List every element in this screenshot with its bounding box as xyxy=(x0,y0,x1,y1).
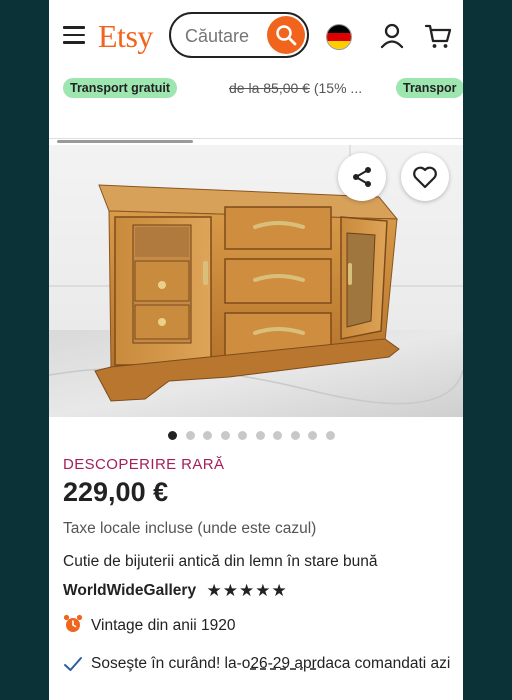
scroll-indicator xyxy=(57,140,193,143)
rare-find-label: DESCOPERIRE RARĂ xyxy=(63,456,225,473)
jewelry-box-photo xyxy=(49,145,463,417)
share-button[interactable] xyxy=(338,153,386,201)
carousel-dot[interactable] xyxy=(220,431,230,440)
share-icon xyxy=(353,167,371,187)
cart-icon xyxy=(424,24,452,48)
etsy-logo[interactable]: Etsy xyxy=(98,18,153,55)
carousel-dot[interactable] xyxy=(203,431,212,440)
rating-stars[interactable]: ★★★★★ xyxy=(207,581,288,601)
menu-button[interactable] xyxy=(63,26,85,44)
account-button[interactable] xyxy=(379,22,405,55)
listing-card[interactable]: Transpor xyxy=(396,78,463,98)
carousel-dot[interactable] xyxy=(273,431,282,440)
carousel-dot[interactable] xyxy=(325,431,335,440)
delivery-estimate: Soseşte în curând! la-o26-29 aprdaca com… xyxy=(91,655,451,672)
search-bar[interactable] xyxy=(169,12,309,58)
product-price: 229,00 € xyxy=(63,477,169,507)
carousel-dot[interactable] xyxy=(255,431,265,440)
shop-row: WorldWideGallery ★★★★★ xyxy=(63,581,288,603)
alarm-clock-icon xyxy=(63,614,83,632)
tax-note: Taxe locale incluse (unde este cazul) xyxy=(63,520,317,537)
carousel-dot[interactable] xyxy=(238,431,247,440)
vintage-text: Vintage din anii 1920 xyxy=(91,617,236,634)
heart-icon xyxy=(413,166,437,189)
carousel-dot[interactable] xyxy=(168,431,177,440)
divider xyxy=(49,138,463,139)
search-icon xyxy=(276,25,297,46)
delivery-dates[interactable]: 26-29 apr xyxy=(250,655,316,672)
carousel-dot[interactable] xyxy=(308,431,317,440)
user-icon xyxy=(380,23,404,49)
listing-card[interactable]: Transport gratuit xyxy=(63,78,178,98)
header: Etsy xyxy=(49,0,463,74)
phone-screen: Etsy Căutare Transport gratuit de la 85,… xyxy=(49,0,463,700)
search-input[interactable] xyxy=(183,23,277,49)
search-button[interactable] xyxy=(267,16,305,54)
free-shipping-badge: Transpor xyxy=(396,78,463,98)
shop-name-link[interactable]: WorldWideGallery xyxy=(63,582,196,599)
discount-text: (15% ... xyxy=(313,80,363,96)
cart-button[interactable] xyxy=(424,22,452,55)
product-title: Cutie de bijuterii antică din lemn în st… xyxy=(63,553,378,570)
listing-price[interactable]: de la 85,00 € (15% ... xyxy=(229,80,362,96)
product-image[interactable] xyxy=(49,145,463,417)
checkmark-icon xyxy=(64,657,82,671)
related-listings-strip: Transport gratuit de la 85,00 € (15% ...… xyxy=(49,74,463,144)
favorite-button[interactable] xyxy=(401,153,449,201)
free-shipping-badge: Transport gratuit xyxy=(63,78,178,98)
german-flag-icon[interactable] xyxy=(326,24,352,50)
carousel-dot[interactable] xyxy=(290,431,300,440)
menu-icon xyxy=(63,26,85,29)
carousel-dot[interactable] xyxy=(185,431,195,440)
